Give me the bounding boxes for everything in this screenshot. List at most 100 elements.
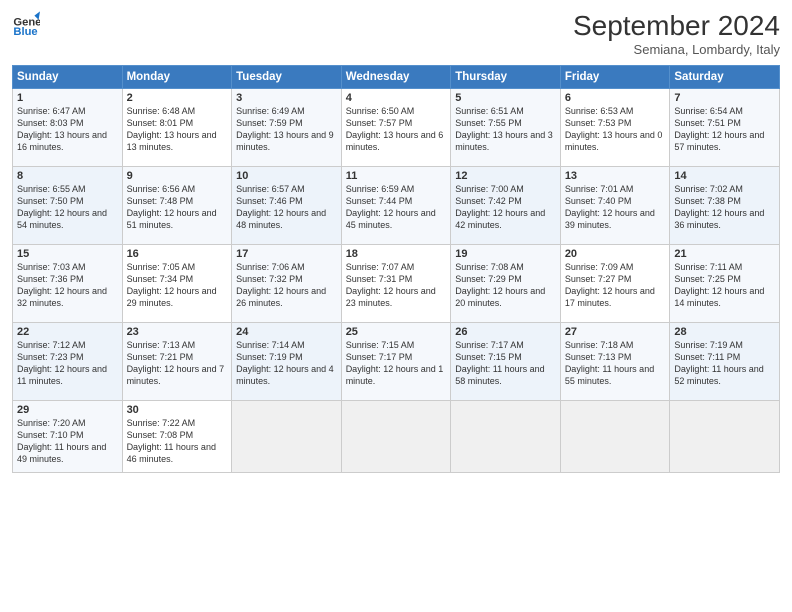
calendar-cell bbox=[341, 401, 451, 473]
day-number: 8 bbox=[17, 170, 118, 182]
day-number: 19 bbox=[455, 248, 556, 260]
day-number: 29 bbox=[17, 404, 118, 416]
col-header-friday: Friday bbox=[560, 66, 670, 89]
day-number: 25 bbox=[346, 326, 447, 338]
calendar-cell: 23Sunrise: 7:13 AMSunset: 7:21 PMDayligh… bbox=[122, 323, 232, 401]
day-info: Sunrise: 7:07 AMSunset: 7:31 PMDaylight:… bbox=[346, 261, 447, 310]
calendar-cell: 11Sunrise: 6:59 AMSunset: 7:44 PMDayligh… bbox=[341, 167, 451, 245]
title-block: September 2024 Semiana, Lombardy, Italy bbox=[573, 10, 780, 57]
day-number: 7 bbox=[674, 92, 775, 104]
day-number: 13 bbox=[565, 170, 666, 182]
day-number: 16 bbox=[127, 248, 228, 260]
calendar-cell: 14Sunrise: 7:02 AMSunset: 7:38 PMDayligh… bbox=[670, 167, 780, 245]
day-info: Sunrise: 7:01 AMSunset: 7:40 PMDaylight:… bbox=[565, 183, 666, 232]
day-info: Sunrise: 7:17 AMSunset: 7:15 PMDaylight:… bbox=[455, 339, 556, 388]
calendar-week-5: 29Sunrise: 7:20 AMSunset: 7:10 PMDayligh… bbox=[13, 401, 780, 473]
day-info: Sunrise: 7:14 AMSunset: 7:19 PMDaylight:… bbox=[236, 339, 337, 388]
day-info: Sunrise: 6:57 AMSunset: 7:46 PMDaylight:… bbox=[236, 183, 337, 232]
day-info: Sunrise: 6:50 AMSunset: 7:57 PMDaylight:… bbox=[346, 105, 447, 154]
day-info: Sunrise: 7:22 AMSunset: 7:08 PMDaylight:… bbox=[127, 417, 228, 466]
day-number: 20 bbox=[565, 248, 666, 260]
calendar-cell: 12Sunrise: 7:00 AMSunset: 7:42 PMDayligh… bbox=[451, 167, 561, 245]
calendar-cell: 22Sunrise: 7:12 AMSunset: 7:23 PMDayligh… bbox=[13, 323, 123, 401]
calendar-cell: 17Sunrise: 7:06 AMSunset: 7:32 PMDayligh… bbox=[232, 245, 342, 323]
day-info: Sunrise: 6:53 AMSunset: 7:53 PMDaylight:… bbox=[565, 105, 666, 154]
day-number: 4 bbox=[346, 92, 447, 104]
day-info: Sunrise: 7:19 AMSunset: 7:11 PMDaylight:… bbox=[674, 339, 775, 388]
calendar-cell bbox=[232, 401, 342, 473]
day-number: 21 bbox=[674, 248, 775, 260]
day-number: 14 bbox=[674, 170, 775, 182]
calendar-cell bbox=[670, 401, 780, 473]
calendar-header-row: SundayMondayTuesdayWednesdayThursdayFrid… bbox=[13, 66, 780, 89]
col-header-sunday: Sunday bbox=[13, 66, 123, 89]
calendar-cell: 20Sunrise: 7:09 AMSunset: 7:27 PMDayligh… bbox=[560, 245, 670, 323]
day-info: Sunrise: 7:06 AMSunset: 7:32 PMDaylight:… bbox=[236, 261, 337, 310]
day-info: Sunrise: 6:47 AMSunset: 8:03 PMDaylight:… bbox=[17, 105, 118, 154]
calendar-week-2: 8Sunrise: 6:55 AMSunset: 7:50 PMDaylight… bbox=[13, 167, 780, 245]
calendar-cell: 13Sunrise: 7:01 AMSunset: 7:40 PMDayligh… bbox=[560, 167, 670, 245]
day-info: Sunrise: 7:09 AMSunset: 7:27 PMDaylight:… bbox=[565, 261, 666, 310]
day-number: 1 bbox=[17, 92, 118, 104]
day-number: 11 bbox=[346, 170, 447, 182]
calendar-week-1: 1Sunrise: 6:47 AMSunset: 8:03 PMDaylight… bbox=[13, 89, 780, 167]
day-number: 6 bbox=[565, 92, 666, 104]
day-info: Sunrise: 7:03 AMSunset: 7:36 PMDaylight:… bbox=[17, 261, 118, 310]
day-info: Sunrise: 7:12 AMSunset: 7:23 PMDaylight:… bbox=[17, 339, 118, 388]
day-number: 17 bbox=[236, 248, 337, 260]
calendar-cell bbox=[560, 401, 670, 473]
day-info: Sunrise: 6:55 AMSunset: 7:50 PMDaylight:… bbox=[17, 183, 118, 232]
col-header-saturday: Saturday bbox=[670, 66, 780, 89]
calendar-cell: 6Sunrise: 6:53 AMSunset: 7:53 PMDaylight… bbox=[560, 89, 670, 167]
day-info: Sunrise: 7:15 AMSunset: 7:17 PMDaylight:… bbox=[346, 339, 447, 388]
calendar-cell: 21Sunrise: 7:11 AMSunset: 7:25 PMDayligh… bbox=[670, 245, 780, 323]
calendar-cell: 9Sunrise: 6:56 AMSunset: 7:48 PMDaylight… bbox=[122, 167, 232, 245]
day-info: Sunrise: 7:13 AMSunset: 7:21 PMDaylight:… bbox=[127, 339, 228, 388]
calendar-cell: 30Sunrise: 7:22 AMSunset: 7:08 PMDayligh… bbox=[122, 401, 232, 473]
day-number: 18 bbox=[346, 248, 447, 260]
day-number: 10 bbox=[236, 170, 337, 182]
calendar-cell: 19Sunrise: 7:08 AMSunset: 7:29 PMDayligh… bbox=[451, 245, 561, 323]
day-info: Sunrise: 7:00 AMSunset: 7:42 PMDaylight:… bbox=[455, 183, 556, 232]
day-number: 15 bbox=[17, 248, 118, 260]
col-header-thursday: Thursday bbox=[451, 66, 561, 89]
calendar-cell bbox=[451, 401, 561, 473]
calendar-week-4: 22Sunrise: 7:12 AMSunset: 7:23 PMDayligh… bbox=[13, 323, 780, 401]
day-number: 5 bbox=[455, 92, 556, 104]
day-info: Sunrise: 6:54 AMSunset: 7:51 PMDaylight:… bbox=[674, 105, 775, 154]
day-number: 2 bbox=[127, 92, 228, 104]
day-number: 12 bbox=[455, 170, 556, 182]
month-title: September 2024 bbox=[573, 10, 780, 42]
calendar-cell: 29Sunrise: 7:20 AMSunset: 7:10 PMDayligh… bbox=[13, 401, 123, 473]
day-info: Sunrise: 6:51 AMSunset: 7:55 PMDaylight:… bbox=[455, 105, 556, 154]
day-number: 30 bbox=[127, 404, 228, 416]
col-header-tuesday: Tuesday bbox=[232, 66, 342, 89]
calendar-table: SundayMondayTuesdayWednesdayThursdayFrid… bbox=[12, 65, 780, 473]
day-info: Sunrise: 7:02 AMSunset: 7:38 PMDaylight:… bbox=[674, 183, 775, 232]
day-number: 23 bbox=[127, 326, 228, 338]
calendar-cell: 28Sunrise: 7:19 AMSunset: 7:11 PMDayligh… bbox=[670, 323, 780, 401]
calendar-cell: 5Sunrise: 6:51 AMSunset: 7:55 PMDaylight… bbox=[451, 89, 561, 167]
logo-icon: General Blue bbox=[12, 10, 40, 38]
location-subtitle: Semiana, Lombardy, Italy bbox=[573, 42, 780, 57]
day-info: Sunrise: 6:56 AMSunset: 7:48 PMDaylight:… bbox=[127, 183, 228, 232]
calendar-cell: 27Sunrise: 7:18 AMSunset: 7:13 PMDayligh… bbox=[560, 323, 670, 401]
day-number: 3 bbox=[236, 92, 337, 104]
logo: General Blue bbox=[12, 10, 40, 38]
svg-text:Blue: Blue bbox=[13, 26, 37, 38]
day-number: 26 bbox=[455, 326, 556, 338]
day-number: 28 bbox=[674, 326, 775, 338]
day-number: 24 bbox=[236, 326, 337, 338]
calendar-cell: 8Sunrise: 6:55 AMSunset: 7:50 PMDaylight… bbox=[13, 167, 123, 245]
day-info: Sunrise: 7:20 AMSunset: 7:10 PMDaylight:… bbox=[17, 417, 118, 466]
day-number: 22 bbox=[17, 326, 118, 338]
day-info: Sunrise: 6:59 AMSunset: 7:44 PMDaylight:… bbox=[346, 183, 447, 232]
day-number: 9 bbox=[127, 170, 228, 182]
col-header-monday: Monday bbox=[122, 66, 232, 89]
calendar-cell: 25Sunrise: 7:15 AMSunset: 7:17 PMDayligh… bbox=[341, 323, 451, 401]
day-info: Sunrise: 7:05 AMSunset: 7:34 PMDaylight:… bbox=[127, 261, 228, 310]
calendar-cell: 26Sunrise: 7:17 AMSunset: 7:15 PMDayligh… bbox=[451, 323, 561, 401]
calendar-cell: 2Sunrise: 6:48 AMSunset: 8:01 PMDaylight… bbox=[122, 89, 232, 167]
calendar-cell: 18Sunrise: 7:07 AMSunset: 7:31 PMDayligh… bbox=[341, 245, 451, 323]
page-container: General Blue September 2024 Semiana, Lom… bbox=[0, 0, 792, 481]
